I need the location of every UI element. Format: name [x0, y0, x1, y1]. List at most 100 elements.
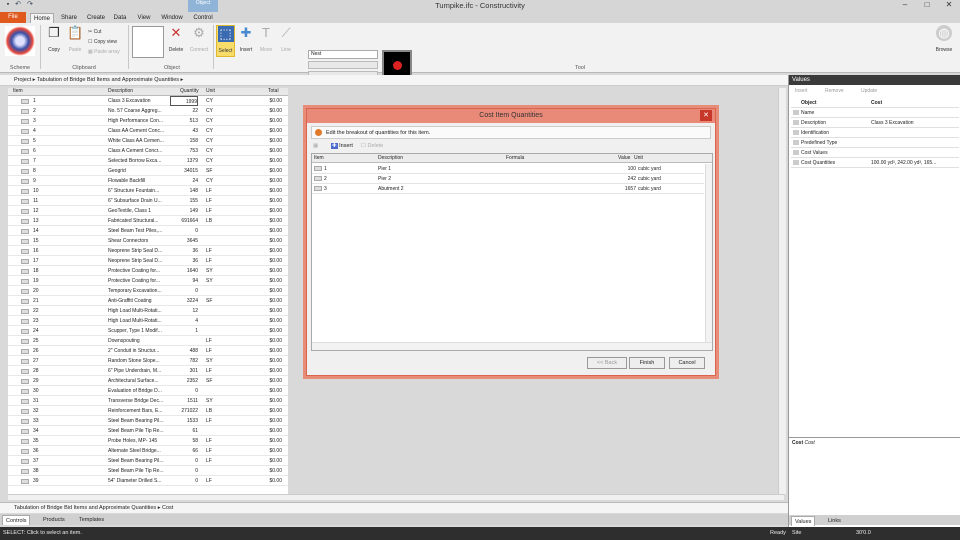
tab-products[interactable]: Products: [40, 515, 68, 525]
table-row[interactable]: 18 Protective Coating for... 1640 SY $0.00: [8, 266, 288, 276]
line-button[interactable]: ⟋ Line: [277, 25, 295, 57]
table-row[interactable]: 33 Steel Beam Bearing Pil... 1533 LF $0.00: [8, 416, 288, 426]
maximize-icon[interactable]: □: [916, 0, 938, 10]
connect-button[interactable]: ⚙ Connect: [188, 25, 210, 57]
property-row[interactable]: Predefined Type: [791, 138, 959, 148]
table-row[interactable]: 35 Probe Holes, MP- 145 58 LF $0.00: [8, 436, 288, 446]
values-remove-button[interactable]: Remove: [825, 87, 844, 96]
table-row[interactable]: 32 Reinforcement Bars, E... 271022 LB $0.00: [8, 406, 288, 416]
row-expander[interactable]: [314, 166, 322, 171]
table-row[interactable]: 38 Steel Beam Pile Tip Re... 0 $0.00: [8, 466, 288, 476]
quantities-horizontal-scrollbar[interactable]: [312, 342, 712, 350]
bottom-leaf[interactable]: Cost: [162, 505, 173, 511]
breadcrumb-root[interactable]: Project: [14, 77, 31, 83]
table-row[interactable]: 26 2" Conduit in Structur... 488 LF $0.00: [8, 346, 288, 356]
table-row[interactable]: 31 Transverse Bridge Dec... 1511 SY $0.00: [8, 396, 288, 406]
row-expander[interactable]: [21, 109, 29, 114]
table-row[interactable]: 8 Geogrid 34015 SF $0.00: [8, 166, 288, 176]
copy-view-button[interactable]: ☐ Copy view: [88, 38, 117, 46]
table-row[interactable]: 34 Steel Beam Pile Tip Re... 61 $0.00: [8, 426, 288, 436]
tab-control[interactable]: Control: [190, 13, 216, 23]
row-expander[interactable]: [21, 339, 29, 344]
cut-button[interactable]: ✂ Cut: [88, 28, 101, 36]
table-row[interactable]: 19 Protective Coating for... 94 SY $0.00: [8, 276, 288, 286]
grid-horizontal-scrollbar[interactable]: [8, 494, 784, 500]
table-row[interactable]: 3 High Performance Con... 513 CY $0.00: [8, 116, 288, 126]
property-row[interactable]: Identification: [791, 128, 959, 138]
select-button[interactable]: ⬚ Select: [216, 25, 235, 57]
values-update-button[interactable]: Update: [861, 87, 877, 96]
table-row[interactable]: 16 Neoprene Strip Seal D... 36 LF $0.00: [8, 246, 288, 256]
col-unit[interactable]: Unit: [206, 88, 215, 95]
table-row[interactable]: 1 Class 3 Excavation 1999 CY $0.00: [8, 96, 288, 106]
tab-links[interactable]: Links: [825, 516, 844, 526]
row-expander[interactable]: [21, 359, 29, 364]
row-expander[interactable]: [21, 209, 29, 214]
cancel-button[interactable]: Cancel: [669, 357, 705, 369]
copy-button[interactable]: ❐ Copy: [44, 25, 64, 57]
tab-home[interactable]: Home: [30, 13, 54, 23]
row-expander[interactable]: [21, 299, 29, 304]
row-expander[interactable]: [21, 269, 29, 274]
table-row[interactable]: 14 Steel Beam Test Piles,... 0 $0.00: [8, 226, 288, 236]
row-expander[interactable]: [21, 239, 29, 244]
quantities-vertical-scrollbar[interactable]: [705, 164, 712, 342]
row-expander[interactable]: [21, 439, 29, 444]
row-expander[interactable]: [21, 129, 29, 134]
table-row[interactable]: 29 Architectural Surface... 2352 SF $0.00: [8, 376, 288, 386]
tab-create[interactable]: Create: [84, 13, 108, 23]
grid-vertical-scrollbar[interactable]: [778, 88, 786, 494]
scheme-icon[interactable]: [5, 26, 35, 56]
object-preview-grid[interactable]: [132, 26, 164, 58]
paste-button[interactable]: 📋 Paste: [66, 25, 84, 57]
row-expander[interactable]: [21, 189, 29, 194]
table-row[interactable]: 5 White Class AA Cemen... 158 CY $0.00: [8, 136, 288, 146]
table-row[interactable]: 4 Class AA Cement Conc... 43 CY $0.00: [8, 126, 288, 136]
qcol-unit[interactable]: Unit: [634, 154, 643, 163]
table-row[interactable]: 9 Flowable Backfill 24 CY $0.00: [8, 176, 288, 186]
row-expander[interactable]: [21, 399, 29, 404]
table-row[interactable]: 15 Shear Connectors 3645 $0.00: [8, 236, 288, 246]
table-row[interactable]: 27 Random Stone Slope... 782 SY $0.00: [8, 356, 288, 366]
insert-button[interactable]: ✚ Insert: [237, 25, 255, 57]
tab-share[interactable]: Share: [57, 13, 81, 23]
tab-view[interactable]: View: [134, 13, 154, 23]
breadcrumb-path[interactable]: Tabulation of Bridge Bid Items and Appro…: [37, 77, 179, 83]
table-row[interactable]: 17 Neoprene Strip Seal D... 36 LF $0.00: [8, 256, 288, 266]
qcol-description[interactable]: Description: [378, 154, 403, 163]
dialog-close-button[interactable]: ✕: [700, 110, 712, 121]
table-row[interactable]: 30 Evaluation of Bridge D... 0 $0.00: [8, 386, 288, 396]
table-row[interactable]: 6 Class A Cement Concr... 753 CY $0.00: [8, 146, 288, 156]
row-expander[interactable]: [21, 479, 29, 484]
tab-window[interactable]: Window: [158, 13, 186, 23]
minimize-icon[interactable]: –: [894, 0, 916, 10]
move-button[interactable]: T Move: [257, 25, 275, 57]
row-expander[interactable]: [21, 199, 29, 204]
col-item[interactable]: Item: [13, 88, 23, 95]
property-row[interactable]: Cost Quantities 100.00 yd³, 242.00 yd³, 1…: [791, 158, 959, 168]
row-expander[interactable]: [21, 149, 29, 154]
tool-dropdown-2[interactable]: [308, 61, 378, 69]
row-expander[interactable]: [21, 139, 29, 144]
tab-file[interactable]: File: [0, 12, 26, 23]
row-expander[interactable]: [21, 379, 29, 384]
qcol-item[interactable]: Item: [314, 154, 324, 163]
tab-data[interactable]: Data: [110, 13, 130, 23]
table-row[interactable]: 12 GeoTextile, Class 1 149 LF $0.00: [8, 206, 288, 216]
grid-icon[interactable]: ▦: [313, 141, 318, 151]
tab-templates[interactable]: Templates: [76, 515, 107, 525]
property-row[interactable]: Description Class 3 Excavation: [791, 118, 959, 128]
row-expander[interactable]: [21, 219, 29, 224]
row-expander[interactable]: [21, 259, 29, 264]
finish-button[interactable]: Finish: [629, 357, 665, 369]
browse-button[interactable]: ◍ Browse: [934, 25, 954, 57]
row-expander[interactable]: [21, 249, 29, 254]
nest-dropdown[interactable]: Nest: [308, 50, 378, 59]
row-expander[interactable]: [21, 319, 29, 324]
dialog-insert-button[interactable]: ✚ Insert: [331, 141, 353, 151]
paste-array-button[interactable]: ▦ Paste array: [88, 48, 120, 56]
row-expander[interactable]: [21, 419, 29, 424]
row-expander[interactable]: [314, 186, 322, 191]
row-expander[interactable]: [21, 409, 29, 414]
row-expander[interactable]: [21, 389, 29, 394]
